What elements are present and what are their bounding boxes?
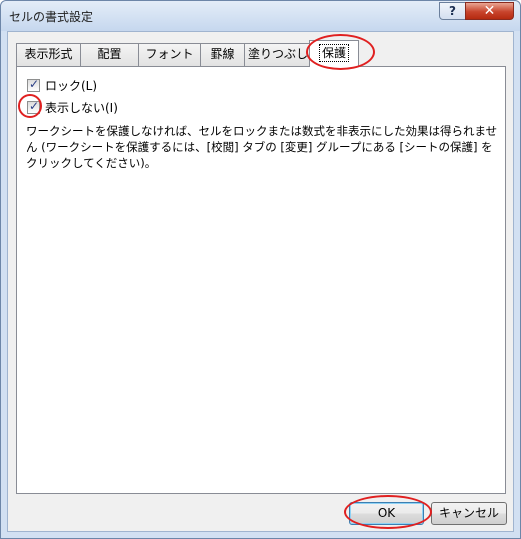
hide-checkbox[interactable]: ✓ — [27, 99, 40, 114]
cancel-button[interactable]: キャンセル — [431, 502, 507, 525]
protection-description: ワークシートを保護しなければ、セルをロックまたは数式を非表示にした効果は得られま… — [26, 124, 498, 170]
tab-label: フォント — [145, 47, 194, 61]
tab-label: 塗りつぶし — [247, 47, 309, 61]
tab-fill[interactable]: 塗りつぶし — [244, 43, 312, 66]
checkmark-icon: ✓ — [29, 77, 40, 91]
hide-label[interactable]: 表示しない(I) — [45, 101, 118, 115]
tab-label: 配置 — [97, 47, 122, 61]
tab-font[interactable]: フォント — [138, 43, 201, 66]
tab-alignment[interactable]: 配置 — [80, 43, 139, 66]
format-cells-dialog: セルの書式設定 ? ✕ 表示形式 配置 フォント 罫線 塗りつぶし 保護 ✓ ロ… — [0, 0, 521, 539]
help-icon: ? — [449, 4, 456, 18]
dialog-title: セルの書式設定 — [9, 10, 94, 24]
lock-label[interactable]: ロック(L) — [45, 79, 97, 93]
tab-label: 保護 — [318, 44, 350, 62]
lock-checkbox[interactable]: ✓ — [27, 77, 40, 92]
checkmark-icon: ✓ — [29, 99, 40, 113]
tab-protection[interactable]: 保護 — [309, 40, 359, 67]
tab-label: 罫線 — [210, 47, 235, 61]
tab-number-format[interactable]: 表示形式 — [16, 43, 81, 66]
protection-panel: ✓ ロック(L) ✓ 表示しない(I) ワークシートを保護しなければ、セルをロッ… — [16, 66, 506, 494]
close-button[interactable]: ✕ — [465, 2, 514, 20]
tab-label: 表示形式 — [24, 47, 73, 61]
title-bar[interactable]: セルの書式設定 ? ✕ — [1, 1, 520, 31]
help-button[interactable]: ? — [439, 2, 466, 20]
close-icon: ✕ — [483, 3, 496, 19]
dialog-client-area: 表示形式 配置 フォント 罫線 塗りつぶし 保護 ✓ ロック(L) ✓ 表示しな… — [7, 31, 514, 532]
ok-button[interactable]: OK — [349, 502, 424, 525]
tab-border[interactable]: 罫線 — [200, 43, 245, 66]
